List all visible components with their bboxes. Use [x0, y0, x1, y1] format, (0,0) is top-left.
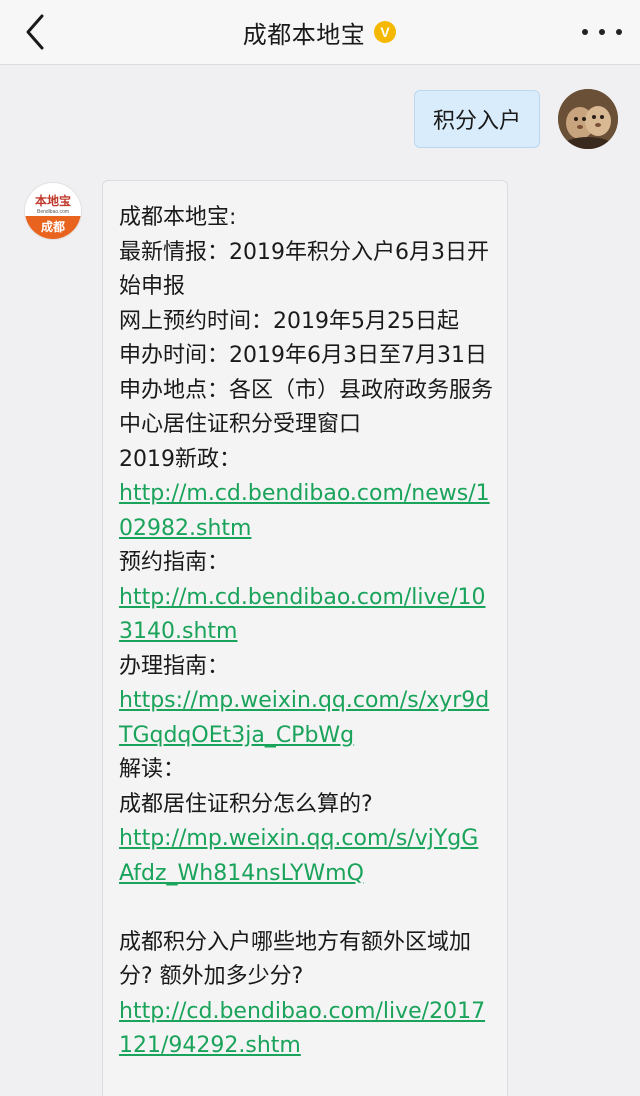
message-text-line: 申办时间：2019年6月3日至7月31日 — [119, 343, 487, 368]
message-text-line: 成都本地宝: — [119, 205, 237, 230]
message-text-line: 办理指南： — [119, 653, 230, 679]
svg-text:成都: 成都 — [41, 219, 65, 234]
bendibao-avatar[interactable]: 本地宝 Bendibao.com 成都 — [24, 182, 82, 240]
more-options-button[interactable] — [582, 18, 622, 46]
message-text-line: 成都居住证积分怎么算的? — [119, 791, 373, 817]
message-link[interactable]: https://mp.weixin.qq.com/s/xyr9dTGqdqOEt… — [119, 684, 493, 753]
message-text-line: 2019新政： — [119, 446, 241, 472]
message-text-line: 解读： — [119, 757, 186, 782]
verified-badge-icon: V — [373, 20, 397, 44]
message-text-line: 网上预约时间：2019年5月25日起 — [119, 308, 459, 334]
incoming-message-bubble[interactable]: 成都本地宝: 最新情报：2019年积分入户6月3日开始申报网上预约时间：2019年… — [102, 180, 508, 1096]
message-text-line: 最新情报：2019年积分入户6月3日开始申报 — [119, 239, 489, 300]
ellipsis-dot — [616, 29, 622, 35]
message-link[interactable]: http://m.cd.bendibao.com/news/102982.sht… — [119, 477, 493, 546]
message-text-line: 申办地点：各区（市）县政府政务服务中心居住证积分受理窗口 — [119, 377, 494, 438]
ellipsis-icon — [582, 29, 588, 35]
svg-text:V: V — [381, 24, 391, 40]
chat-header: 成都本地宝 V — [0, 0, 640, 65]
svg-text:Bendibao.com: Bendibao.com — [37, 209, 69, 215]
svg-text:本地宝: 本地宝 — [35, 193, 71, 208]
header-title-group: 成都本地宝 V — [0, 14, 640, 50]
cat-photo-icon — [558, 89, 618, 149]
outgoing-message-bubble[interactable]: 积分入户 — [413, 90, 540, 148]
bendibao-logo-icon: 本地宝 Bendibao.com 成都 — [25, 183, 81, 239]
chat-title: 成都本地宝 — [242, 20, 366, 49]
message-link[interactable]: http://cd.bendibao.com/live/2017121/9429… — [119, 995, 493, 1064]
chat-screen: 成都本地宝 V 积分入户 本地宝 Bendibao.com 成都 成都本地宝: … — [0, 0, 640, 1096]
message-text-line: 预约指南： — [119, 550, 230, 575]
ellipsis-dot — [599, 29, 605, 35]
message-link[interactable]: http://mp.weixin.qq.com/s/vjYgGAfdz_Wh81… — [119, 822, 493, 891]
user-avatar[interactable] — [558, 89, 618, 149]
message-text-line: 成都积分入户哪些地方有额外区域加分? 额外加多少分? — [119, 929, 472, 990]
outgoing-message-text: 积分入户 — [432, 109, 521, 134]
message-link[interactable]: http://m.cd.bendibao.com/live/103140.sht… — [119, 581, 493, 650]
